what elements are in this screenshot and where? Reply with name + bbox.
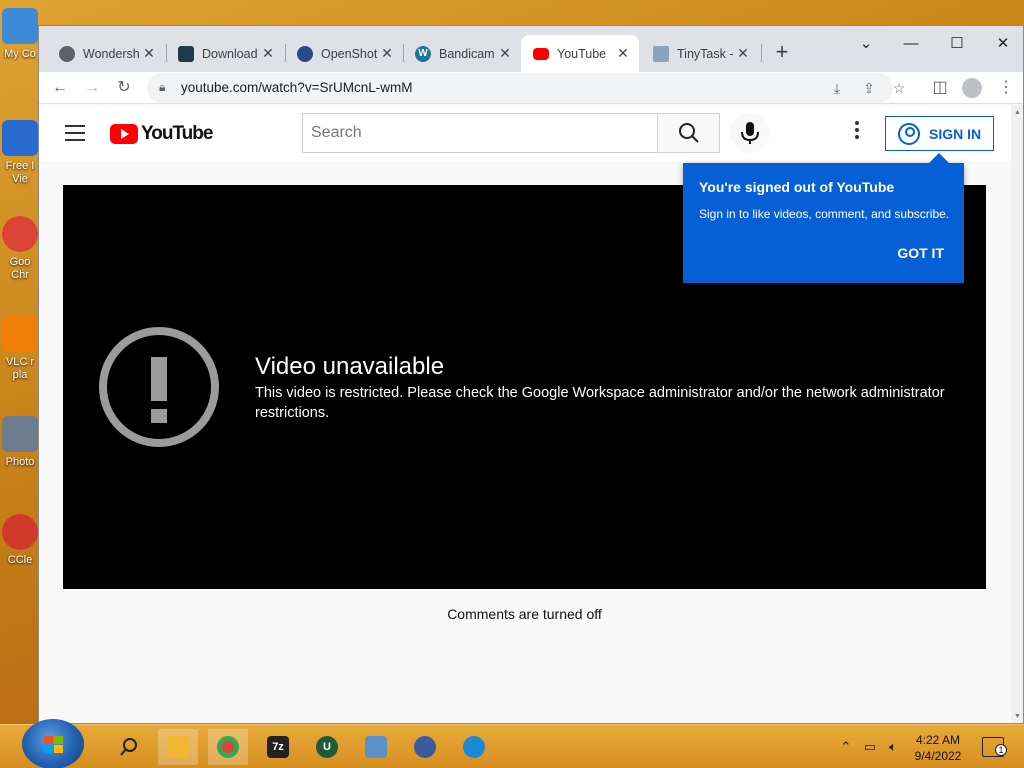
photo-icon: [2, 416, 38, 452]
tab-tinytask[interactable]: TinyTask - ✕: [641, 35, 759, 72]
tab-divider: [761, 44, 762, 62]
taskbar-photos[interactable]: [356, 729, 396, 765]
minimize-button[interactable]: —: [888, 30, 934, 58]
viewer-icon: [2, 120, 38, 156]
show-hidden-icons-chevron-icon[interactable]: ⌃: [838, 739, 854, 755]
bookmark-star-icon[interactable]: ☆: [889, 78, 909, 98]
profile-icon[interactable]: [959, 75, 985, 101]
close-tab-icon[interactable]: ✕: [615, 45, 631, 62]
close-tab-icon[interactable]: ✕: [735, 45, 751, 62]
file-explorer-icon: [167, 736, 189, 758]
scrollbar[interactable]: [1011, 105, 1023, 723]
warning-icon: [99, 327, 219, 447]
youtube-page: YouTube Search SIGN IN Video unavailable…: [39, 105, 1023, 723]
youtube-play-icon: [110, 124, 138, 144]
address-bar[interactable]: 🔒︎ youtube.com/watch?v=SrUMcnL-wmM ⤓ ⇪ ☆: [147, 73, 905, 103]
chrome-icon: [2, 216, 38, 252]
popup-title: You're signed out of YouTube: [699, 179, 895, 195]
close-tab-icon[interactable]: ✕: [141, 45, 157, 62]
maximize-button[interactable]: ☐: [934, 30, 980, 58]
youtube-icon: [533, 47, 549, 60]
youtube-header: YouTube Search SIGN IN: [39, 105, 1023, 161]
search-icon: [120, 738, 137, 756]
close-tab-icon[interactable]: ✕: [260, 45, 276, 62]
tab-search-icon[interactable]: ⌄: [843, 30, 889, 58]
settings-menu-icon[interactable]: [847, 121, 867, 145]
close-tab-icon[interactable]: ✕: [497, 45, 513, 62]
hamburger-menu-icon[interactable]: [65, 125, 85, 141]
new-tab-button[interactable]: +: [768, 39, 796, 67]
forward-arrow-icon[interactable]: →: [79, 75, 105, 101]
youtube-logo[interactable]: YouTube: [110, 123, 213, 145]
browser-toolbar: ← → ↻ 🔒︎ youtube.com/watch?v=SrUMcnL-wmM…: [39, 72, 1023, 104]
desktop-icon-free-viewer[interactable]: Free I Vie: [0, 120, 40, 186]
chrome-icon: [217, 736, 239, 758]
back-arrow-icon[interactable]: ←: [47, 75, 73, 101]
tab-openshot[interactable]: OpenShot ✕: [285, 35, 403, 72]
windows-logo-icon: [44, 736, 64, 754]
microphone-icon: [741, 122, 759, 144]
taskbar-7zip[interactable]: 7z: [258, 729, 298, 765]
signed-out-popup: You're signed out of YouTube Sign in to …: [683, 153, 964, 283]
account-icon: [898, 122, 920, 145]
notification-center-icon[interactable]: 1: [982, 737, 1007, 757]
comments-status: Comments are turned off: [447, 606, 602, 622]
browser-window: Wondersh ✕ Download ✕ OpenShot ✕ W Bandi…: [38, 25, 1024, 724]
tinytask-icon: [653, 45, 669, 62]
filmora-icon: [178, 45, 194, 62]
desktop-icon-photo[interactable]: Photo: [0, 416, 40, 469]
taskbar-globe-app[interactable]: [405, 729, 445, 765]
scroll-up-icon[interactable]: ▲: [1014, 109, 1022, 117]
volume-icon[interactable]: 🔈︎: [885, 739, 901, 755]
openshot-icon: [297, 45, 313, 62]
tab-download[interactable]: Download ✕: [166, 35, 284, 72]
ccleaner-icon: [2, 514, 38, 550]
got-it-button[interactable]: GOT IT: [897, 245, 944, 261]
taskbar-file-explorer[interactable]: [158, 729, 198, 765]
scroll-down-icon[interactable]: ▼: [1014, 713, 1022, 721]
taskbar: 7z U ⌃ ▭ 🔈︎ 4:22 AM 9/4/2022 1: [0, 719, 1024, 768]
reload-icon[interactable]: ↻: [111, 75, 137, 101]
tab-wondershare[interactable]: Wondersh ✕: [47, 35, 165, 72]
voice-search-button[interactable]: [730, 113, 770, 153]
taskbar-search-button[interactable]: [109, 729, 149, 765]
install-icon[interactable]: ⤓: [827, 78, 847, 98]
vlc-icon: [2, 316, 38, 352]
desktop-icon-ccleaner[interactable]: CCle: [0, 514, 40, 567]
search-button[interactable]: [657, 113, 720, 153]
taskbar-chrome[interactable]: [208, 729, 248, 765]
side-panel-icon[interactable]: ◫: [927, 75, 953, 101]
desktop-icon-vlc[interactable]: VLC r pla: [0, 316, 40, 382]
url-text[interactable]: youtube.com/watch?v=SrUMcnL-wmM: [181, 80, 412, 95]
uget-icon: U: [316, 736, 338, 758]
sign-in-button[interactable]: SIGN IN: [885, 116, 994, 151]
lock-icon: 🔒︎: [159, 80, 166, 94]
search-input[interactable]: Search: [302, 113, 658, 153]
tab-strip: Wondersh ✕ Download ✕ OpenShot ✕ W Bandi…: [39, 26, 1023, 72]
photos-icon: [365, 736, 387, 758]
globe-icon: [59, 45, 75, 62]
edge-icon: [463, 736, 485, 758]
start-button[interactable]: [22, 719, 84, 768]
taskbar-edge[interactable]: [454, 729, 494, 765]
error-message: This video is restricted. Please check t…: [255, 385, 945, 421]
error-title: Video unavailable: [255, 353, 445, 380]
globe-app-icon: [414, 736, 436, 758]
taskbar-clock[interactable]: 4:22 AM 9/4/2022: [906, 732, 970, 764]
taskbar-uget[interactable]: U: [307, 729, 347, 765]
menu-dots-icon[interactable]: ⋮: [993, 75, 1019, 101]
computer-icon: [2, 8, 38, 44]
desktop-icon-google-chrome[interactable]: Goo Chr: [0, 216, 40, 282]
close-window-button[interactable]: ✕: [980, 30, 1023, 58]
desktop-icon-my-computer[interactable]: My Co: [0, 8, 40, 61]
close-tab-icon[interactable]: ✕: [379, 45, 395, 62]
network-icon[interactable]: ▭: [862, 739, 878, 755]
7zip-icon: 7z: [267, 736, 289, 758]
search-icon: [679, 123, 699, 143]
share-icon[interactable]: ⇪: [859, 78, 879, 98]
tab-youtube[interactable]: YouTube ✕: [521, 35, 639, 72]
popup-body: Sign in to like videos, comment, and sub…: [699, 207, 950, 221]
wordpress-icon: W: [415, 45, 431, 62]
tab-bandicam[interactable]: W Bandicam ✕: [403, 35, 521, 72]
